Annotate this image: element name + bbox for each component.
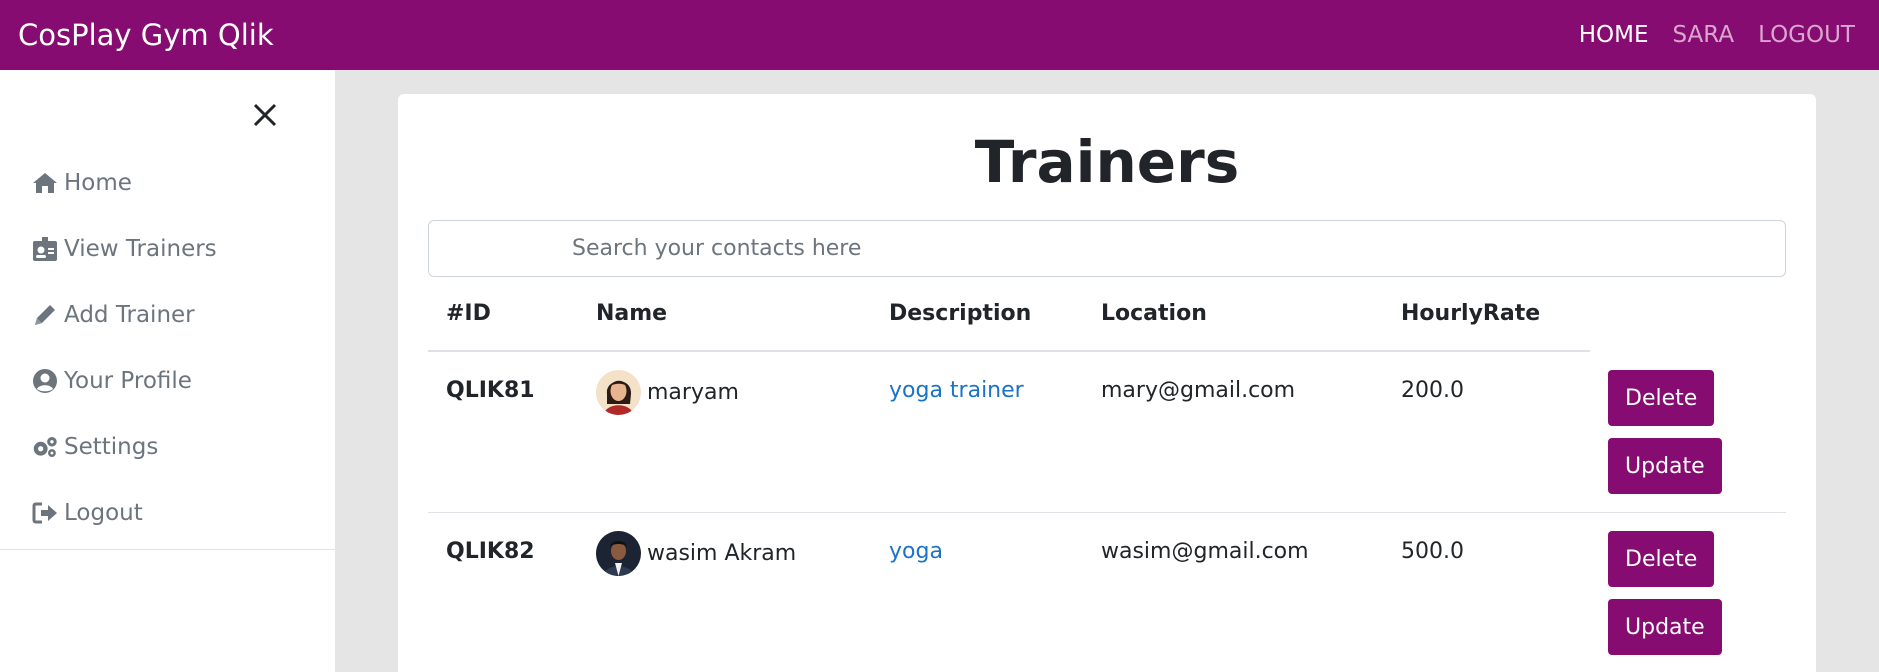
sidebar-item-home[interactable]: Home bbox=[0, 150, 335, 216]
sidebar-item-label: Logout bbox=[64, 500, 143, 526]
sign-out-icon bbox=[32, 500, 58, 526]
trainer-id: QLIK81 bbox=[446, 378, 535, 403]
trainer-description-link[interactable]: yoga bbox=[889, 539, 943, 564]
table-header: #ID Name Description Location HourlyRate bbox=[428, 277, 1590, 352]
sidebar-item-label: Settings bbox=[64, 434, 159, 460]
close-icon bbox=[253, 103, 277, 127]
brand-title[interactable]: CosPlay Gym Qlik bbox=[18, 18, 274, 52]
avatar bbox=[596, 370, 641, 415]
trainers-card: Trainers #ID Name Description Location H… bbox=[398, 94, 1816, 672]
trainer-name: maryam bbox=[647, 380, 739, 405]
table-row: QLIK82 wasim Akram yoga wasim@gmail.com … bbox=[428, 513, 1786, 672]
delete-button[interactable]: Delete bbox=[1608, 370, 1715, 426]
sidebar-item-label: Home bbox=[64, 170, 132, 196]
trainer-name-cell: wasim Akram bbox=[596, 531, 796, 576]
column-header-id: #ID bbox=[446, 301, 491, 326]
column-header-location: Location bbox=[1101, 301, 1207, 326]
update-button[interactable]: Update bbox=[1608, 438, 1722, 494]
pencil-icon bbox=[32, 302, 58, 328]
trainer-description-link[interactable]: yoga trainer bbox=[889, 378, 1024, 403]
trainer-location: wasim@gmail.com bbox=[1101, 539, 1309, 564]
column-header-hourly-rate: HourlyRate bbox=[1401, 301, 1541, 326]
user-circle-icon bbox=[32, 368, 58, 394]
trainer-name-cell: maryam bbox=[596, 370, 739, 415]
sidebar-item-label: View Trainers bbox=[64, 236, 217, 262]
nav-link-logout[interactable]: LOGOUT bbox=[1758, 22, 1855, 48]
id-badge-icon bbox=[32, 236, 58, 262]
gears-icon bbox=[32, 434, 58, 460]
sidebar-menu: Home View Trainers Add Trainer Your Prof… bbox=[0, 150, 335, 546]
table-row: QLIK81 maryam yoga trainer mary@gmail.co… bbox=[428, 352, 1786, 513]
update-button[interactable]: Update bbox=[1608, 599, 1722, 655]
sidebar-item-settings[interactable]: Settings bbox=[0, 414, 335, 480]
trainer-hourly-rate: 200.0 bbox=[1401, 378, 1464, 403]
sidebar-item-label: Add Trainer bbox=[64, 302, 195, 328]
sidebar-item-add-trainer[interactable]: Add Trainer bbox=[0, 282, 335, 348]
nav-link-home[interactable]: HOME bbox=[1579, 22, 1649, 48]
sidebar-item-logout[interactable]: Logout bbox=[0, 480, 335, 546]
sidebar: Home View Trainers Add Trainer Your Prof… bbox=[0, 70, 335, 672]
nav-links: HOME SARA LOGOUT bbox=[1579, 22, 1861, 48]
sidebar-item-your-profile[interactable]: Your Profile bbox=[0, 348, 335, 414]
trainer-id: QLIK82 bbox=[446, 539, 535, 564]
close-sidebar-button[interactable] bbox=[248, 98, 282, 132]
trainers-table: #ID Name Description Location HourlyRate… bbox=[428, 277, 1786, 672]
trainer-location: mary@gmail.com bbox=[1101, 378, 1296, 403]
sidebar-item-label: Your Profile bbox=[64, 368, 192, 394]
top-navbar: CosPlay Gym Qlik HOME SARA LOGOUT bbox=[0, 0, 1879, 70]
sidebar-item-view-trainers[interactable]: View Trainers bbox=[0, 216, 335, 282]
page-title: Trainers bbox=[974, 128, 1240, 196]
trainer-hourly-rate: 500.0 bbox=[1401, 539, 1464, 564]
sidebar-divider bbox=[0, 549, 335, 550]
nav-link-user[interactable]: SARA bbox=[1673, 22, 1735, 48]
avatar bbox=[596, 531, 641, 576]
column-header-description: Description bbox=[889, 301, 1032, 326]
trainer-name: wasim Akram bbox=[647, 541, 797, 566]
delete-button[interactable]: Delete bbox=[1608, 531, 1715, 587]
search-input[interactable] bbox=[428, 220, 1786, 277]
home-icon bbox=[32, 170, 58, 196]
column-header-name: Name bbox=[596, 301, 668, 326]
